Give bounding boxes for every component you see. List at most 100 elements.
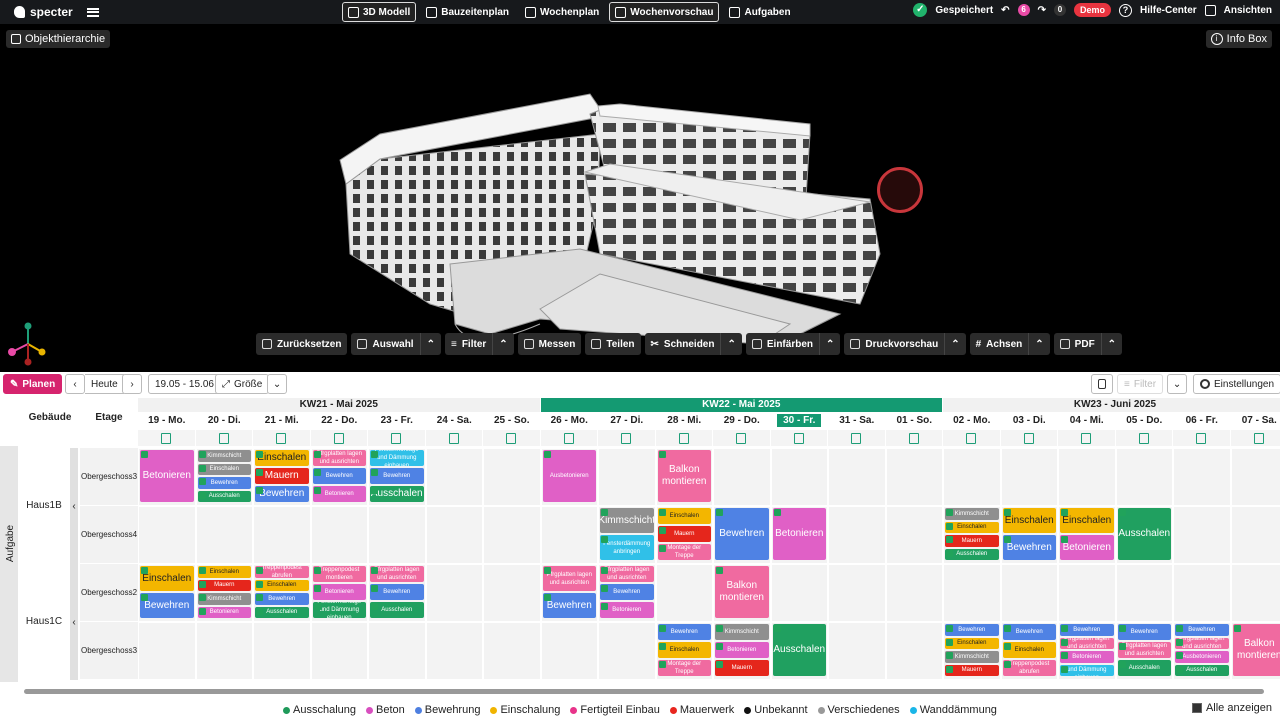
task-card[interactable]: Ausschalen bbox=[1175, 664, 1229, 676]
task-card[interactable]: Einschalen bbox=[945, 637, 999, 649]
day-header[interactable]: 07 - Sa. bbox=[1231, 414, 1280, 428]
grid-cell[interactable] bbox=[368, 622, 426, 680]
task-card[interactable]: Ausschalen bbox=[945, 548, 999, 560]
day-header[interactable]: 01 - So. bbox=[886, 414, 944, 428]
size-dropdown[interactable]: ⌄ bbox=[267, 374, 287, 394]
legend-item[interactable]: Wanddämmung bbox=[909, 704, 997, 716]
task-card[interactable]: Treppenpodest abrufen bbox=[1002, 659, 1056, 676]
task-card[interactable]: Bewehren bbox=[1060, 624, 1114, 636]
task-card[interactable]: Balkon montieren bbox=[715, 566, 769, 618]
print-button[interactable] bbox=[1091, 374, 1113, 394]
day-notes-icon[interactable] bbox=[1230, 430, 1280, 446]
grid-cell[interactable] bbox=[310, 506, 368, 564]
task-card[interactable]: Mauern bbox=[945, 664, 999, 676]
day-header[interactable]: 22 - Do. bbox=[311, 414, 369, 428]
grid-cell[interactable] bbox=[483, 622, 541, 680]
task-card[interactable]: Fenstermontage und Dämmung einbauen bbox=[312, 601, 366, 618]
task-card[interactable]: Bewehren bbox=[945, 624, 999, 636]
grid-cell[interactable] bbox=[885, 564, 943, 622]
tab-aufgaben[interactable]: Aufgaben bbox=[723, 2, 796, 22]
task-card[interactable]: Kimmschicht bbox=[945, 508, 999, 520]
day-header[interactable]: 24 - Sa. bbox=[426, 414, 484, 428]
grid-cell[interactable] bbox=[425, 564, 483, 622]
grid-cell[interactable] bbox=[540, 622, 598, 680]
building-3d-model[interactable] bbox=[0, 24, 1280, 372]
filter-dropdown[interactable]: ⌄ bbox=[1167, 374, 1187, 394]
task-card[interactable]: Bewehren bbox=[370, 467, 424, 484]
legend-item[interactable]: Verschiedenes bbox=[817, 704, 900, 716]
task-card[interactable]: Pfrgplatten lagen und ausrichten bbox=[370, 566, 424, 582]
grid-cell[interactable] bbox=[943, 448, 1001, 506]
grid-cell[interactable] bbox=[885, 506, 943, 564]
day-notes-icon[interactable] bbox=[138, 430, 196, 446]
day-notes-icon[interactable] bbox=[943, 430, 1001, 446]
plan-button[interactable]: ✎ Planen bbox=[3, 374, 63, 394]
task-card[interactable]: Ausbetonieren bbox=[1175, 651, 1229, 663]
grid-cell[interactable] bbox=[138, 622, 196, 680]
tab-wochenvorschau[interactable]: Wochenvorschau bbox=[609, 2, 720, 22]
day-notes-icon[interactable] bbox=[655, 430, 713, 446]
day-header[interactable]: 27 - Di. bbox=[598, 414, 656, 428]
task-card[interactable]: Betonieren bbox=[1060, 651, 1114, 663]
task-card[interactable]: Kimmschicht bbox=[197, 450, 251, 462]
grid-cell[interactable] bbox=[138, 506, 196, 564]
grid-cell[interactable] bbox=[885, 448, 943, 506]
task-card[interactable]: Pfrgplatten lagen und ausrichten bbox=[542, 566, 596, 591]
task-card[interactable]: Einschalen bbox=[197, 566, 251, 578]
day-header[interactable]: 02 - Mo. bbox=[943, 414, 1001, 428]
day-notes-icon[interactable] bbox=[368, 430, 426, 446]
grid-cell[interactable] bbox=[425, 622, 483, 680]
task-card[interactable]: Einschalen bbox=[1002, 641, 1056, 658]
task-card[interactable]: Einschalen bbox=[1060, 508, 1114, 533]
day-header[interactable]: 20 - Di. bbox=[196, 414, 254, 428]
info-box-button[interactable]: i Info Box bbox=[1205, 30, 1272, 48]
task-card[interactable]: Balkon montieren bbox=[657, 450, 711, 502]
grid-cell[interactable] bbox=[1058, 564, 1116, 622]
app-logo[interactable]: specter bbox=[14, 5, 73, 19]
tab-bauzeitenplan[interactable]: Bauzeitenplan bbox=[420, 2, 515, 22]
grid-cell[interactable] bbox=[253, 622, 311, 680]
task-card[interactable]: Ausschalen bbox=[370, 485, 424, 502]
day-header[interactable]: 06 - Fr. bbox=[1173, 414, 1231, 428]
chevron-up-icon[interactable]: ⌃ bbox=[492, 333, 513, 355]
day-header[interactable]: 28 - Mi. bbox=[656, 414, 714, 428]
grid-cell[interactable] bbox=[1173, 564, 1231, 622]
help-center-link[interactable]: Hilfe-Center bbox=[1140, 5, 1197, 16]
show-all-toggle[interactable]: Alle anzeigen bbox=[1191, 702, 1272, 714]
task-card[interactable]: Einschalen bbox=[255, 450, 309, 466]
grid-cell[interactable] bbox=[770, 448, 828, 506]
grid-cell[interactable] bbox=[1115, 448, 1173, 506]
legend-item[interactable]: Einschalung bbox=[490, 704, 560, 716]
task-card[interactable]: Mauern bbox=[657, 525, 711, 542]
task-card[interactable]: Einschalen bbox=[255, 579, 309, 591]
legend-item[interactable]: Beton bbox=[366, 704, 405, 716]
task-card[interactable]: Ausschalen bbox=[255, 606, 309, 618]
selection-button[interactable]: Auswahl ⌃ bbox=[351, 333, 441, 355]
day-header[interactable]: 31 - Sa. bbox=[828, 414, 886, 428]
date-range-picker[interactable]: 19.05 - 15.06 bbox=[148, 374, 221, 394]
task-card[interactable]: Bewehren bbox=[1117, 624, 1171, 640]
grid-cell[interactable] bbox=[1000, 564, 1058, 622]
task-card[interactable]: Betonieren bbox=[312, 485, 366, 502]
task-card[interactable]: Pfrgplatten lagen und ausrichten bbox=[1060, 637, 1114, 649]
task-card[interactable]: Pfrgplatten lagen und ausrichten bbox=[1117, 641, 1171, 658]
grid-cell[interactable] bbox=[828, 448, 886, 506]
task-card[interactable]: Betonieren bbox=[1060, 535, 1114, 560]
task-card[interactable]: Einschalen bbox=[945, 521, 999, 533]
task-card[interactable]: Pfrgplatten lagen und ausrichten bbox=[312, 450, 366, 466]
task-card[interactable]: Mauern bbox=[945, 535, 999, 547]
day-header[interactable]: 26 - Mo. bbox=[541, 414, 599, 428]
day-header[interactable]: 30 - Fr. bbox=[771, 414, 829, 428]
split-button[interactable]: Teilen bbox=[585, 333, 641, 355]
previous-button[interactable]: ‹ bbox=[65, 374, 85, 394]
grid-cell[interactable] bbox=[828, 622, 886, 680]
grid-cell[interactable] bbox=[425, 448, 483, 506]
task-sidebar-toggle[interactable]: Aufgabe bbox=[0, 446, 18, 682]
grid-cell[interactable] bbox=[425, 506, 483, 564]
day-header[interactable]: 04 - Mi. bbox=[1058, 414, 1116, 428]
day-header[interactable]: 19 - Mo. bbox=[138, 414, 196, 428]
pdf-button[interactable]: PDF ⌃ bbox=[1053, 333, 1123, 355]
task-card[interactable]: Bewehren bbox=[715, 508, 769, 560]
day-notes-icon[interactable] bbox=[1000, 430, 1058, 446]
task-card[interactable]: Einschalen bbox=[140, 566, 194, 591]
